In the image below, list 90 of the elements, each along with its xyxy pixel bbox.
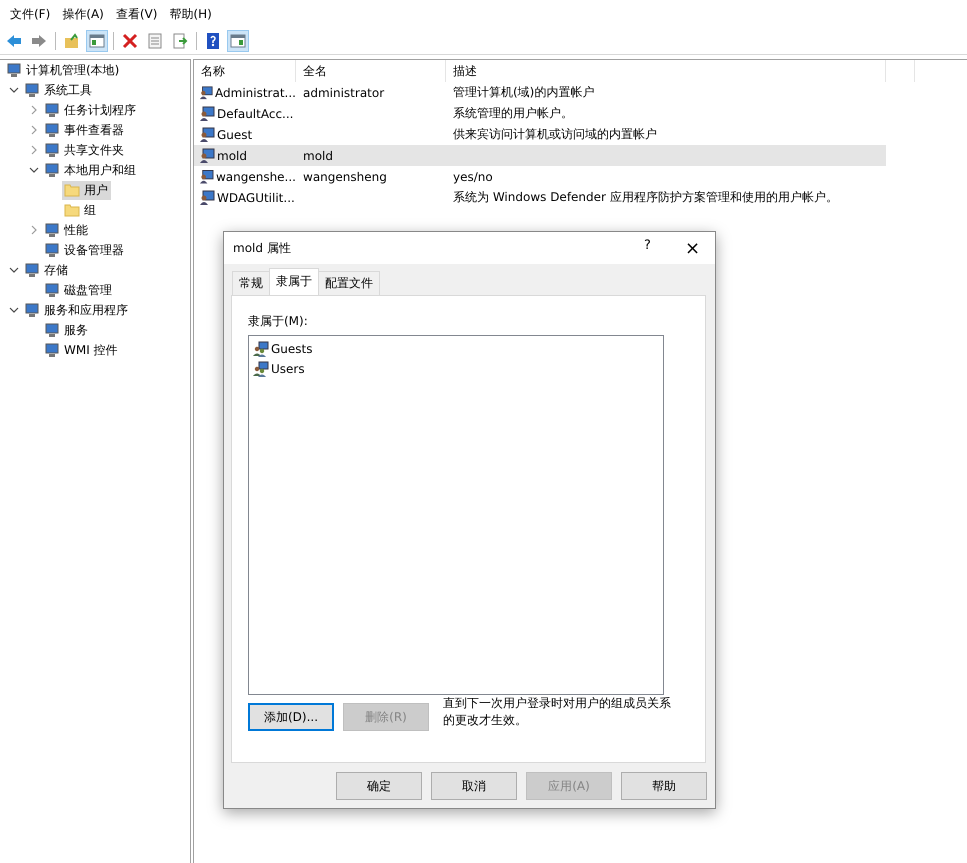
group-icon [253, 361, 269, 377]
user-icon [199, 148, 215, 164]
user-row[interactable]: WDAGUtilit... 系统为 Windows Defender 应用程序防护方案管理和使用的用户帐户。 [194, 187, 886, 208]
node-icon [24, 302, 40, 318]
tree-item[interactable]: 用户 [62, 180, 111, 200]
user-icon [199, 190, 215, 206]
table-cell: Guest [217, 128, 252, 142]
column-header[interactable]: 全名 [296, 60, 446, 82]
group-item[interactable]: Users [253, 359, 659, 379]
node-icon [44, 342, 60, 358]
expand-icon[interactable] [29, 125, 39, 135]
node-icon [44, 282, 60, 298]
collapse-icon[interactable] [9, 265, 19, 275]
menu-item[interactable]: 操作(A) [56, 6, 110, 22]
node-icon [44, 242, 60, 258]
node-icon [44, 102, 60, 118]
table-cell-text: 供来宾访问计算机或访问域的内置帐户 [452, 126, 658, 143]
node-icon [44, 322, 60, 338]
tab[interactable]: 配置文件 [318, 271, 380, 295]
menu-item[interactable]: 帮助(H) [163, 6, 218, 22]
user-icon [199, 168, 214, 184]
table-cell-text: wangensheng [302, 170, 388, 184]
collapse-icon[interactable] [9, 305, 19, 315]
group-item[interactable]: Guests [253, 339, 659, 359]
menu-item[interactable]: 查看(V) [110, 6, 164, 22]
node-icon [44, 122, 60, 138]
user-icon [199, 106, 215, 122]
table-cell: Administrat... [215, 86, 296, 100]
table-cell: DefaultAcc... [217, 106, 294, 120]
table-cell-text: 系统管理的用户帐户。 [452, 105, 574, 122]
tree-item[interactable]: 服务和应用程序 [22, 300, 131, 320]
table-cell-text: 系统为 Windows Defender 应用程序防护方案管理和使用的用户帐户。 [452, 189, 839, 206]
tree-item[interactable]: 磁盘管理 [42, 280, 115, 300]
tree-item[interactable]: 计算机管理(本地) [4, 60, 122, 80]
user-row[interactable]: wangenshe... wangensheng yes/no [194, 166, 886, 187]
user-row[interactable]: Administrat... administrator 管理计算机(域)的内置帐户 [194, 82, 886, 103]
user-row[interactable]: mold mold [194, 145, 886, 166]
node-icon [44, 222, 60, 238]
window-title: mold 属性 [233, 240, 291, 256]
tree-item[interactable]: 共享文件夹 [42, 140, 127, 160]
close-button[interactable]: × [670, 238, 715, 258]
expand-icon[interactable] [29, 105, 39, 115]
tree-pane-icon[interactable] [86, 30, 108, 52]
tree-item[interactable]: WMI 控件 [42, 340, 121, 360]
group-list[interactable]: Guests Users [248, 335, 664, 695]
dialog-button[interactable]: 确定 [336, 772, 422, 800]
column-header[interactable]: 名称 [194, 60, 296, 82]
node-icon [44, 162, 60, 178]
user-row[interactable]: Guest 供来宾访问计算机或访问域的内置帐户 [194, 124, 886, 145]
folder-icon [64, 202, 80, 218]
action-pane-icon[interactable] [227, 30, 249, 52]
folder-icon [64, 182, 80, 198]
user-row[interactable]: DefaultAcc... 系统管理的用户帐户。 [194, 103, 886, 124]
table-cell-text: yes/no [452, 170, 494, 184]
note-text: 直到下一次用户登录时对用户的组成员关系的更改才生效。 [443, 695, 672, 729]
tree-item[interactable]: 组 [62, 200, 99, 220]
field-label: 隶属于(M): [248, 313, 309, 330]
tree-item[interactable]: 任务计划程序 [42, 100, 139, 120]
table-cell: wangenshe... [216, 170, 296, 184]
tree-item[interactable]: 服务 [42, 320, 91, 340]
user-icon [199, 84, 214, 100]
collapse-icon[interactable] [9, 85, 19, 95]
group-icon [253, 341, 269, 357]
node-icon [24, 262, 40, 278]
collapse-icon[interactable] [29, 165, 39, 175]
tree-item[interactable]: 存储 [22, 260, 71, 280]
user-icon [199, 126, 215, 142]
table-cell-text: mold [302, 148, 334, 162]
tree-item[interactable]: 性能 [42, 220, 91, 240]
table-cell-text: administrator [302, 86, 386, 100]
add-button[interactable]: 添加(D)... [248, 703, 334, 731]
dialog-button[interactable]: 帮助 [621, 772, 707, 800]
tree-item[interactable]: 本地用户和组 [42, 160, 139, 180]
table-cell-text: 管理计算机(域)的内置帐户 [452, 84, 596, 101]
menu-item[interactable]: 文件(F) [4, 6, 56, 22]
node-icon [6, 62, 22, 78]
node-icon [44, 142, 60, 158]
expand-icon[interactable] [29, 225, 39, 235]
help-button[interactable]: ? [625, 238, 670, 258]
node-icon [24, 82, 40, 98]
tree-item[interactable]: 事件查看器 [42, 120, 127, 140]
tab[interactable]: 常规 [232, 271, 270, 295]
expand-icon[interactable] [29, 145, 39, 155]
column-header[interactable]: 描述 [446, 60, 886, 82]
table-cell: WDAGUtilit... [217, 190, 295, 204]
tree-item[interactable]: 系统工具 [22, 80, 95, 100]
table-cell: mold [217, 148, 247, 162]
tree-item[interactable]: 设备管理器 [42, 240, 127, 260]
tab[interactable]: 隶属于 [269, 268, 319, 295]
dialog-button[interactable]: 取消 [431, 772, 517, 800]
